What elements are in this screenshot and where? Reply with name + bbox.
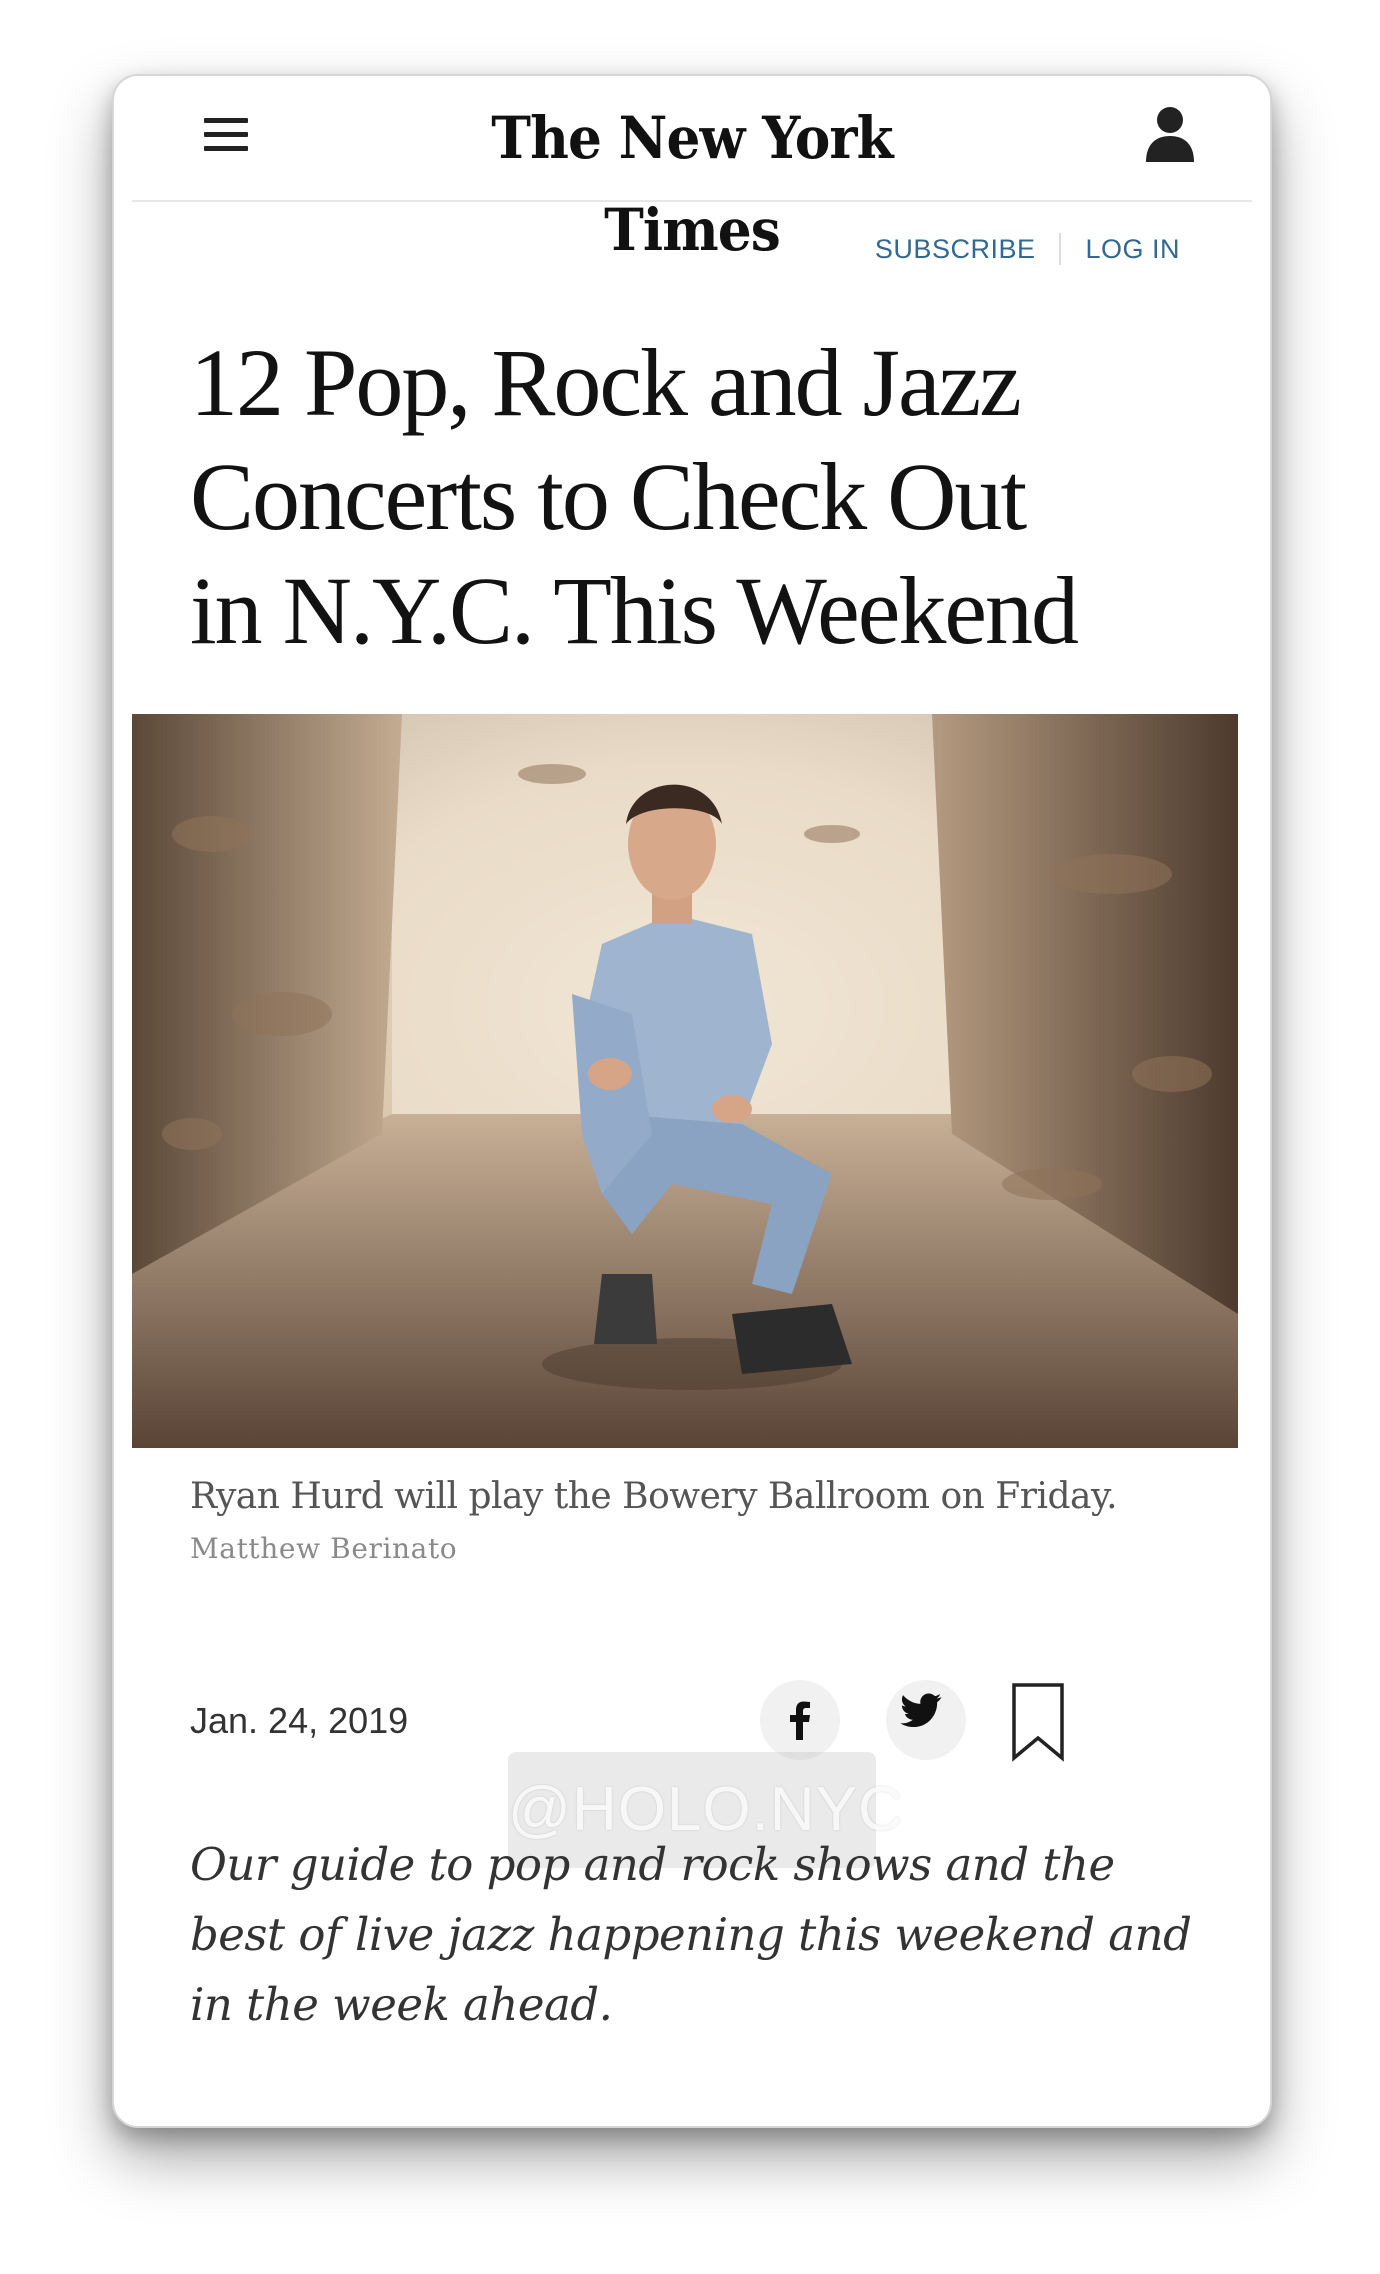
facebook-icon	[790, 1701, 810, 1740]
photo-caption: Ryan Hurd will play the Bowery Ballroom …	[190, 1476, 1118, 1517]
article-photo	[132, 714, 1238, 1448]
auth-divider	[1059, 233, 1062, 265]
auth-links: SUBSCRIBE LOG IN	[875, 232, 1180, 266]
article-summary: Our guide to pop and rock shows and the …	[190, 1838, 1192, 2031]
nyt-logo[interactable]: The New York Times	[398, 92, 987, 264]
article-headline: 12 Pop, Rock and Jazz Concerts to Check …	[190, 326, 1190, 668]
twitter-icon	[900, 1693, 942, 1728]
twitter-share-button[interactable]	[886, 1680, 966, 1760]
headline-line: in N.Y.C. This Weekend	[190, 557, 1079, 664]
login-link[interactable]: LOG IN	[1085, 234, 1180, 265]
masthead: The New York Times	[132, 76, 1252, 264]
headline-line: Concerts to Check Out	[190, 443, 1027, 550]
photo-credit: Matthew Berinato	[190, 1532, 458, 1565]
headline-line: 12 Pop, Rock and Jazz	[190, 329, 1022, 436]
article-card: The New York Times SUBSCRIBE LOG IN 12 P…	[112, 74, 1272, 2128]
user-account-icon[interactable]	[1144, 104, 1196, 164]
photo-illustration	[132, 714, 1238, 1448]
hamburger-menu-icon[interactable]	[204, 118, 248, 152]
subscribe-link[interactable]: SUBSCRIBE	[875, 234, 1036, 265]
publish-date: Jan. 24, 2019	[190, 1700, 409, 1741]
facebook-share-button[interactable]	[760, 1680, 840, 1760]
bookmark-icon[interactable]	[1010, 1682, 1066, 1762]
